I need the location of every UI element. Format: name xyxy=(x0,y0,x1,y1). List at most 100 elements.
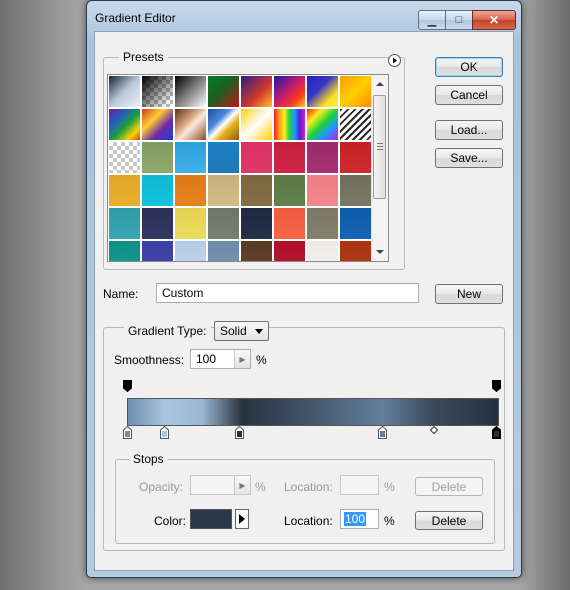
load-button[interactable]: Load... xyxy=(435,120,503,140)
preset-swatch-29[interactable] xyxy=(273,174,306,207)
window-controls: ▁ □ ✕ xyxy=(418,10,516,30)
opacity-location-label: Location: xyxy=(284,480,333,494)
preset-swatch-42[interactable] xyxy=(174,240,207,261)
opacity-stop-left[interactable] xyxy=(123,380,132,392)
color-stop-menu-button[interactable] xyxy=(235,509,249,529)
maximize-button[interactable]: □ xyxy=(445,10,473,30)
preset-swatch-45[interactable] xyxy=(273,240,306,261)
maximize-icon: □ xyxy=(455,14,463,26)
minimize-button[interactable]: ▁ xyxy=(418,10,446,30)
preset-swatch-44[interactable] xyxy=(240,240,273,261)
preset-swatch-38[interactable] xyxy=(306,207,339,240)
preset-swatch-7[interactable] xyxy=(339,75,372,108)
preset-swatch-39[interactable] xyxy=(339,207,372,240)
preset-swatch-18[interactable] xyxy=(174,141,207,174)
preset-swatch-16[interactable] xyxy=(108,141,141,174)
gradient-editor-window: Gradient Editor ▁ □ ✕ Presets OK Cancel … xyxy=(86,0,522,578)
preset-swatch-3[interactable] xyxy=(207,75,240,108)
opacity-location-input[interactable] xyxy=(340,475,379,495)
gradient-preview-bar[interactable] xyxy=(127,398,499,426)
smoothness-unit: % xyxy=(256,353,267,367)
cancel-button[interactable]: Cancel xyxy=(435,85,503,105)
color-stop-100-selected[interactable] xyxy=(492,426,501,439)
preset-swatch-17[interactable] xyxy=(141,141,174,174)
preset-swatch-31[interactable] xyxy=(339,174,372,207)
smoothness-input[interactable]: 100 ▶ xyxy=(190,349,251,369)
opacity-location-unit: % xyxy=(384,480,395,494)
presets-menu-button[interactable] xyxy=(388,54,401,67)
preset-swatch-11[interactable] xyxy=(207,108,240,141)
preset-swatch-14[interactable] xyxy=(306,108,339,141)
opacity-slider-toggle[interactable]: ▶ xyxy=(234,476,250,494)
preset-swatch-36[interactable] xyxy=(240,207,273,240)
preset-swatch-2[interactable] xyxy=(174,75,207,108)
title-bar[interactable]: Gradient Editor ▁ □ ✕ xyxy=(87,1,521,31)
play-arrow-icon xyxy=(239,514,245,524)
preset-swatch-32[interactable] xyxy=(108,207,141,240)
close-button[interactable]: ✕ xyxy=(472,10,516,30)
opacity-unit: % xyxy=(255,480,266,494)
gradient-type-select[interactable]: Solid xyxy=(214,321,269,341)
dialog-body: Presets OK Cancel Load... Save... Name: … xyxy=(94,31,514,571)
presets-scrollbar[interactable] xyxy=(371,75,388,261)
preset-swatch-46[interactable] xyxy=(306,240,339,261)
ok-button[interactable]: OK xyxy=(435,57,503,77)
preset-swatch-22[interactable] xyxy=(306,141,339,174)
color-location-input[interactable]: 100 xyxy=(340,509,379,529)
delete-opacity-stop-button[interactable]: Delete xyxy=(415,477,483,496)
preset-swatch-4[interactable] xyxy=(240,75,273,108)
preset-swatch-9[interactable] xyxy=(141,108,174,141)
preset-swatch-8[interactable] xyxy=(108,108,141,141)
preset-swatch-24[interactable] xyxy=(108,174,141,207)
smoothness-slider-toggle[interactable]: ▶ xyxy=(234,350,250,368)
preset-swatch-0[interactable] xyxy=(108,75,141,108)
preset-swatch-41[interactable] xyxy=(141,240,174,261)
preset-swatch-40[interactable] xyxy=(108,240,141,261)
preset-swatch-37[interactable] xyxy=(273,207,306,240)
close-icon: ✕ xyxy=(488,13,500,27)
preset-swatch-28[interactable] xyxy=(240,174,273,207)
delete-color-stop-button[interactable]: Delete xyxy=(415,511,483,530)
new-button[interactable]: New xyxy=(435,284,503,304)
color-stop-0[interactable] xyxy=(123,426,132,439)
preset-swatch-23[interactable] xyxy=(339,141,372,174)
midpoint-diamond-icon[interactable] xyxy=(430,426,438,434)
preset-swatch-25[interactable] xyxy=(141,174,174,207)
scroll-up-icon[interactable] xyxy=(372,77,388,91)
scrollbar-thumb[interactable] xyxy=(373,95,386,199)
preset-swatch-21[interactable] xyxy=(273,141,306,174)
minimize-icon: ▁ xyxy=(427,14,437,27)
preset-swatch-30[interactable] xyxy=(306,174,339,207)
preset-swatch-1[interactable] xyxy=(141,75,174,108)
scroll-down-icon[interactable] xyxy=(372,245,388,259)
preset-swatch-27[interactable] xyxy=(207,174,240,207)
preset-swatch-26[interactable] xyxy=(174,174,207,207)
preset-swatch-43[interactable] xyxy=(207,240,240,261)
preset-swatch-33[interactable] xyxy=(141,207,174,240)
preset-swatch-13[interactable] xyxy=(273,108,306,141)
presets-swatch-grid xyxy=(107,74,389,262)
preset-swatch-10[interactable] xyxy=(174,108,207,141)
save-button[interactable]: Save... xyxy=(435,148,503,168)
chevron-down-icon xyxy=(255,329,263,334)
opacity-input[interactable]: ▶ xyxy=(190,475,251,495)
preset-swatch-35[interactable] xyxy=(207,207,240,240)
color-stop-69[interactable] xyxy=(378,426,387,439)
preset-swatch-5[interactable] xyxy=(273,75,306,108)
preset-swatch-12[interactable] xyxy=(240,108,273,141)
presets-label: Presets xyxy=(119,50,168,64)
color-swatch[interactable] xyxy=(190,509,232,529)
opacity-stop-right[interactable] xyxy=(492,380,501,392)
preset-swatch-47[interactable] xyxy=(339,240,372,261)
preset-swatch-20[interactable] xyxy=(240,141,273,174)
preset-swatch-15[interactable] xyxy=(339,108,372,141)
name-input[interactable]: Custom xyxy=(156,283,419,303)
preset-swatch-34[interactable] xyxy=(174,207,207,240)
stops-label: Stops xyxy=(129,452,168,466)
stops-group xyxy=(115,459,495,544)
preset-swatch-6[interactable] xyxy=(306,75,339,108)
preset-swatch-19[interactable] xyxy=(207,141,240,174)
window-title: Gradient Editor xyxy=(95,11,176,25)
color-stop-10[interactable] xyxy=(160,426,169,439)
color-stop-31[interactable] xyxy=(235,426,244,439)
